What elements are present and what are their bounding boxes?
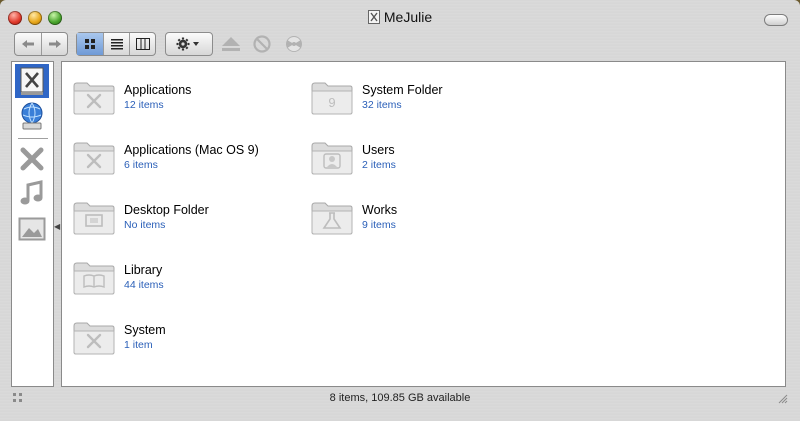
svg-text:9: 9: [328, 95, 335, 110]
window-title-text: MeJulie: [383, 9, 433, 25]
folder-item[interactable]: System 1 item: [72, 320, 302, 360]
folder-item-count: 6 items: [124, 159, 158, 171]
folder-icon: [73, 322, 115, 355]
eject-icon: [222, 37, 240, 51]
gear-icon: [176, 37, 199, 51]
folder-item-count: 2 items: [362, 159, 396, 171]
folder-icon: [73, 262, 115, 295]
folder-item[interactable]: Applications 12 items: [72, 80, 302, 120]
toolbar-toggle-button[interactable]: [764, 14, 788, 26]
sidebar-item-music[interactable]: [15, 177, 49, 211]
folder-item[interactable]: Desktop Folder No items: [72, 200, 302, 240]
status-bar: 8 items, 109.85 GB available: [329, 392, 471, 404]
folder-name: Desktop Folder: [124, 203, 209, 217]
back-forward-control: [14, 32, 68, 56]
icon-view-icon: [85, 39, 95, 49]
folder-item-count: 1 item: [124, 339, 153, 351]
pictures-icon: [18, 217, 46, 241]
forward-button[interactable]: [42, 33, 67, 55]
sidebar-item-network[interactable]: [15, 99, 49, 133]
action-menu[interactable]: [166, 33, 212, 55]
folder-icon: [311, 142, 353, 175]
folder-item-count: 9 items: [362, 219, 396, 231]
resize-grip-icon[interactable]: [776, 392, 788, 404]
eject-button[interactable]: [219, 33, 243, 55]
folder-icon: [311, 202, 353, 235]
folder-name: System: [124, 323, 166, 337]
sidebar-splitter-handle[interactable]: ◀: [54, 222, 60, 231]
column-view-button[interactable]: [130, 33, 155, 55]
no-entry-icon: [253, 35, 271, 53]
forward-arrow-icon: [48, 40, 61, 48]
finder-window: MeJulie ◀ Applications 12 items Applicat…: [0, 0, 800, 421]
folder-item[interactable]: Users 2 items: [310, 140, 540, 180]
sidebar-separator: [18, 138, 48, 139]
toolbar-grip-icon: [13, 393, 22, 402]
folder-name: Users: [362, 143, 395, 157]
folder-icon: [73, 82, 115, 115]
burn-button[interactable]: [282, 33, 306, 55]
folder-name: System Folder: [362, 83, 443, 97]
sidebar-item-pictures[interactable]: [15, 212, 49, 246]
icon-view-content: Applications 12 items Applications (Mac OS…: [61, 61, 786, 387]
title-bar[interactable]: MeJulie: [0, 0, 800, 28]
icon-view-button[interactable]: [77, 33, 104, 55]
applications-icon: [20, 147, 44, 171]
music-note-icon: [20, 180, 43, 205]
folder-name: Library: [124, 263, 163, 277]
folder-icon: [73, 142, 115, 175]
folder-name: Works: [362, 203, 398, 217]
folder-item-count: 44 items: [124, 279, 164, 291]
folder-item[interactable]: Library 44 items: [72, 260, 302, 300]
window-title: MeJulie: [0, 9, 800, 25]
folder-name: Applications: [124, 83, 192, 97]
folder-icon: [73, 202, 115, 235]
sidebar-item-applications[interactable]: [15, 142, 49, 176]
list-view-icon: [110, 39, 123, 50]
folder-item[interactable]: Works 9 items: [310, 200, 540, 240]
folder-item-count: 12 items: [124, 99, 164, 111]
burn-icon: [286, 36, 302, 52]
hard-disk-icon: [367, 10, 380, 24]
toolbar: [0, 30, 800, 58]
folder-item[interactable]: 9 System Folder 32 items: [310, 80, 540, 120]
back-button[interactable]: [15, 33, 42, 55]
sidebar-item-mejulie[interactable]: [15, 64, 49, 98]
column-view-icon: [135, 38, 150, 50]
no-entry-button[interactable]: [250, 33, 274, 55]
view-switcher: [76, 32, 156, 56]
sidebar: [11, 61, 54, 387]
back-arrow-icon: [22, 40, 34, 48]
hard-disk-icon: [20, 67, 44, 95]
folder-name: Applications (Mac OS 9): [124, 143, 259, 157]
folder-item-count: 32 items: [362, 99, 402, 111]
folder-item-count: No items: [124, 219, 166, 231]
folder-icon: 9: [311, 82, 353, 115]
folder-item[interactable]: Applications (Mac OS 9) 6 items: [72, 140, 302, 180]
list-view-button[interactable]: [104, 33, 130, 55]
network-globe-icon: [21, 102, 43, 130]
action-menu-button[interactable]: [165, 32, 213, 56]
